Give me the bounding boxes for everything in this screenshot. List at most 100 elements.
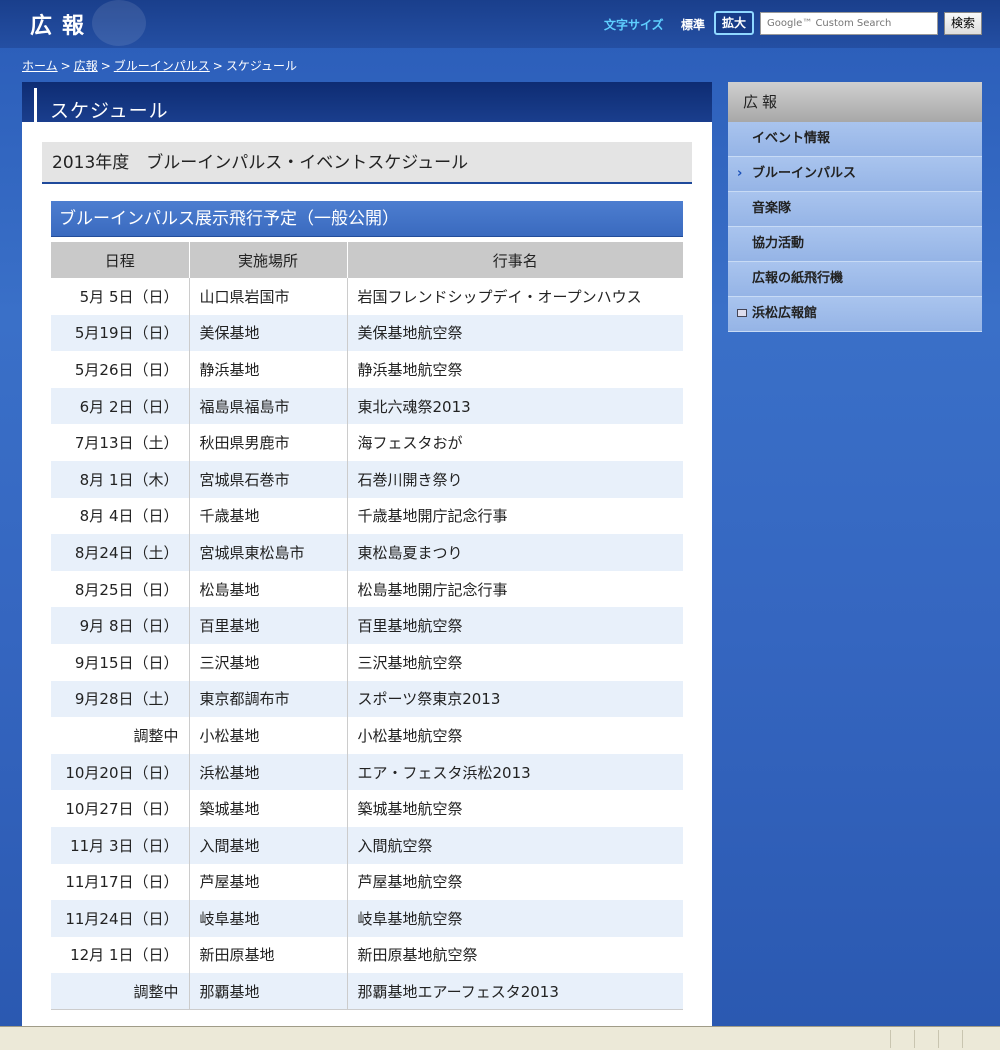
schedule-date: 11月17日（日） [51, 863, 190, 901]
schedule-event: 芦屋基地航空祭 [347, 863, 683, 901]
schedule-place: 百里基地 [189, 607, 348, 644]
schedule-place: 三沢基地 [189, 643, 348, 681]
search-input[interactable] [760, 12, 938, 35]
schedule-event: スポーツ祭東京2013 [347, 680, 683, 718]
schedule-date: 調整中 [51, 717, 190, 754]
sidebar-item-hamamatsu-museum[interactable]: 浜松広報館 [728, 297, 982, 332]
schedule-event: 海フェスタおが [347, 424, 683, 461]
schedule-event: 小松基地航空祭 [347, 717, 683, 754]
search-button[interactable]: 検索 [944, 12, 982, 35]
breadcrumb: ホーム > 広報 > ブルーインパルス > スケジュール [22, 57, 297, 74]
schedule-event: 新田原基地航空祭 [347, 936, 683, 974]
schedule-event: 築城基地航空祭 [347, 790, 683, 827]
status-cell [890, 1030, 912, 1048]
schedule-event: 静浜基地航空祭 [347, 351, 683, 388]
header-event: 行事名 [347, 242, 683, 278]
sidebar-title: 広報 [728, 82, 982, 122]
header-place: 実施場所 [189, 242, 348, 278]
schedule-date: 12月 1日（日） [51, 936, 190, 974]
schedule-event: 千歳基地開庁記念行事 [347, 497, 683, 535]
schedule-place: 小松基地 [189, 717, 348, 754]
schedule-place: 宮城県東松島市 [189, 534, 348, 571]
font-size-large-button[interactable]: 拡大 [714, 11, 754, 35]
schedule-date: 5月26日（日） [51, 351, 190, 388]
schedule-place: 福島県福島市 [189, 387, 348, 425]
schedule-place: 岐阜基地 [189, 900, 348, 937]
breadcrumb-home[interactable]: ホーム [22, 59, 58, 73]
sidebar-item-paper-plane[interactable]: 広報の紙飛行機 [728, 262, 982, 297]
table-row: 8月25日（日） 松島基地 松島基地開庁記念行事 [51, 570, 683, 608]
sidebar-item-label: ブルーインパルス [752, 166, 857, 181]
schedule-date: 10月20日（日） [51, 753, 190, 791]
breadcrumb-separator: > [100, 59, 111, 73]
schedule-place: 那覇基地 [189, 973, 348, 1011]
table-row: 8月 1日（木） 宮城県石巻市 石巻川開き祭り [51, 460, 683, 498]
browser-status-bar [0, 1026, 1000, 1050]
title-accent-bar [34, 88, 37, 122]
sidebar-item-blue-impulse[interactable]: › ブルーインパルス [728, 157, 982, 192]
schedule-place: 松島基地 [189, 570, 348, 608]
sidebar-item-label: 協力活動 [752, 236, 805, 251]
schedule-place: 築城基地 [189, 790, 348, 827]
breadcrumb-koho[interactable]: 広報 [74, 59, 98, 73]
schedule-date: 11月24日（日） [51, 900, 190, 937]
table-row: 8月 4日（日） 千歳基地 千歳基地開庁記念行事 [51, 497, 683, 535]
breadcrumb-current: スケジュール [225, 59, 298, 73]
sidebar-item-cooperation[interactable]: 協力活動 [728, 227, 982, 262]
schedule-event: エア・フェスタ浜松2013 [347, 753, 683, 791]
schedule-place: 東京都調布市 [189, 680, 348, 718]
sidebar-item-label: 広報の紙飛行機 [752, 271, 844, 286]
emblem-icon [92, 0, 146, 46]
schedule-event: 東松島夏まつり [347, 534, 683, 571]
schedule-event: 那覇基地エアーフェスタ2013 [347, 973, 683, 1011]
main-content: スケジュール 2013年度 ブルーインパルス・イベントスケジュール ブルーインパ… [22, 82, 712, 1026]
schedule-date: 10月27日（日） [51, 790, 190, 827]
sidebar-item-band[interactable]: 音楽隊 [728, 192, 982, 227]
schedule-place: 入間基地 [189, 826, 348, 864]
table-row: 8月24日（土） 宮城県東松島市 東松島夏まつり [51, 534, 683, 571]
schedule-table: 日程 実施場所 行事名 5月 5日（日） 山口県岩国市 岩国フレンドシップデイ・オー… [51, 242, 683, 1011]
top-header: 広報 文字サイズ 標準 拡大 検索 [0, 0, 1000, 48]
table-row: 11月24日（日） 岐阜基地 岐阜基地航空祭 [51, 900, 683, 937]
table-row: 7月13日（土） 秋田県男鹿市 海フェスタおが [51, 424, 683, 461]
schedule-event: 岐阜基地航空祭 [347, 900, 683, 937]
site-title[interactable]: 広報 [30, 8, 94, 40]
table-row: 11月17日（日） 芦屋基地 芦屋基地航空祭 [51, 863, 683, 901]
section-title: 2013年度 ブルーインパルス・イベントスケジュール [42, 142, 692, 184]
status-cell [962, 1030, 984, 1048]
table-row: 10月27日（日） 築城基地 築城基地航空祭 [51, 790, 683, 827]
font-size-label: 文字サイズ [604, 18, 664, 32]
sidebar-item-event-info[interactable]: イベント情報 [728, 122, 982, 157]
schedule-date: 9月28日（土） [51, 680, 190, 718]
chevron-right-icon: › [737, 166, 743, 181]
schedule-place: 浜松基地 [189, 753, 348, 791]
breadcrumb-separator: > [60, 59, 71, 73]
table-row: 調整中 小松基地 小松基地航空祭 [51, 717, 683, 754]
schedule-date: 8月25日（日） [51, 570, 190, 608]
schedule-event: 三沢基地航空祭 [347, 643, 683, 681]
table-row: 調整中 那覇基地 那覇基地エアーフェスタ2013 [51, 973, 683, 1011]
sidebar: 広報 イベント情報 › ブルーインパルス 音楽隊 協力活動 広報の紙飛行機 浜松… [728, 82, 982, 332]
table-row: 10月20日（日） 浜松基地 エア・フェスタ浜松2013 [51, 753, 683, 791]
external-link-icon [737, 309, 747, 317]
schedule-event: 松島基地開庁記念行事 [347, 570, 683, 608]
page-title-bar: スケジュール [22, 82, 712, 122]
font-size-standard-button[interactable]: 標準 [681, 16, 705, 33]
sidebar-item-label: 音楽隊 [752, 201, 792, 216]
table-row: 6月 2日（日） 福島県福島市 東北六魂祭2013 [51, 387, 683, 425]
table-row: 9月15日（日） 三沢基地 三沢基地航空祭 [51, 643, 683, 681]
schedule-place: 新田原基地 [189, 936, 348, 974]
status-cell [914, 1030, 936, 1048]
table-row: 5月19日（日） 美保基地 美保基地航空祭 [51, 314, 683, 352]
schedule-date: 9月15日（日） [51, 643, 190, 681]
table-header-row: 日程 実施場所 行事名 [51, 242, 683, 278]
schedule-date: 8月24日（土） [51, 534, 190, 571]
schedule-date: 8月 1日（木） [51, 460, 190, 498]
schedule-event: 東北六魂祭2013 [347, 387, 683, 425]
schedule-place: 静浜基地 [189, 351, 348, 388]
breadcrumb-blue-impulse[interactable]: ブルーインパルス [114, 59, 210, 73]
schedule-subtitle: ブルーインパルス展示飛行予定（一般公開） [51, 201, 683, 237]
schedule-date: 7月13日（土） [51, 424, 190, 461]
schedule-event: 石巻川開き祭り [347, 460, 683, 498]
schedule-event: 岩国フレンドシップデイ・オープンハウス [347, 278, 683, 315]
